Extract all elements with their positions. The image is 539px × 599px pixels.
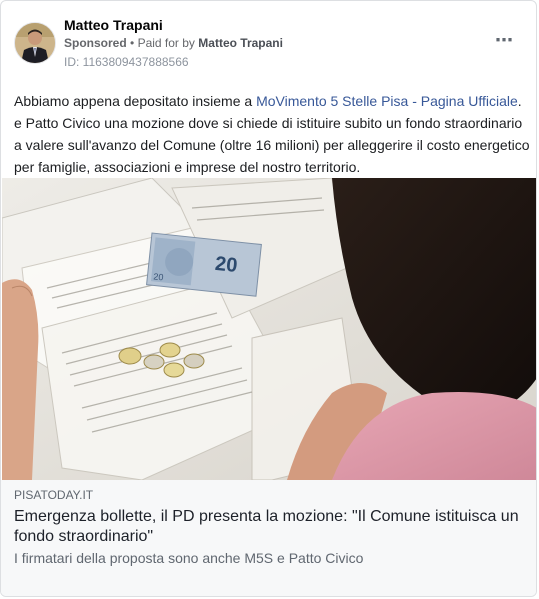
- ad-id: ID: 1163809437888566: [64, 55, 189, 69]
- post-image[interactable]: 20 20: [2, 178, 536, 480]
- link-preview[interactable]: PISATODAY.IT Emergenza bollette, il PD p…: [1, 480, 536, 596]
- banknote-value: 20: [214, 253, 238, 277]
- payer-name[interactable]: Matteo Trapani: [198, 36, 283, 50]
- bills-photo: 20 20: [2, 178, 536, 480]
- page-mention-link[interactable]: MoVimento 5 Stelle Pisa - Pagina Ufficia…: [256, 93, 518, 109]
- link-title[interactable]: Emergenza bollette, il PD presenta la mo…: [14, 507, 524, 547]
- meta-separator: •: [130, 36, 135, 50]
- post-text: Abbiamo appena depositato insieme a MoVi…: [14, 90, 530, 178]
- svg-text:20: 20: [153, 271, 164, 282]
- post-header: Matteo Trapani Sponsored • Paid for by M…: [14, 15, 524, 71]
- avatar-photo: [15, 23, 55, 63]
- post-text-part-1: Abbiamo appena depositato insieme a: [14, 93, 257, 109]
- link-description: I firmatari della proposta sono anche M5…: [14, 550, 364, 566]
- sponsored-line: Sponsored • Paid for by Matteo Trapani: [64, 36, 283, 50]
- author-avatar[interactable]: [14, 22, 56, 64]
- more-options-icon[interactable]: ⋯: [495, 31, 514, 49]
- author-name[interactable]: Matteo Trapani: [64, 17, 163, 33]
- paid-for-label: Paid for by: [137, 36, 195, 50]
- link-domain: PISATODAY.IT: [14, 488, 94, 502]
- ad-card: Matteo Trapani Sponsored • Paid for by M…: [0, 0, 537, 597]
- sponsored-label: Sponsored: [64, 36, 127, 50]
